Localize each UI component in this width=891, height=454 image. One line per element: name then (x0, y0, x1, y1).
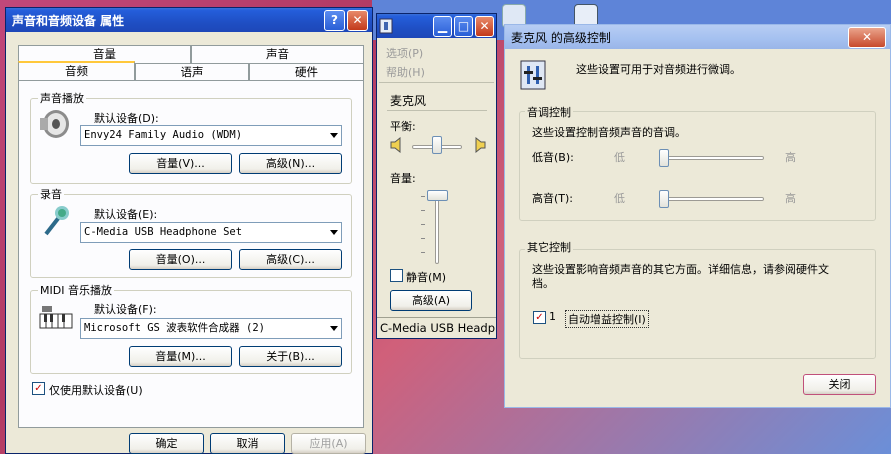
channel-name: 麦克风 (390, 94, 427, 108)
window-title: 声音和音频设备 属性 (12, 13, 125, 28)
agc-label: 自动增益控制(I) (565, 310, 649, 328)
treble-low-label: 低 (614, 192, 625, 205)
cancel-button[interactable]: 取消 (210, 433, 285, 454)
playback-device-value: Envy24 Family Audio (WDM) (84, 129, 243, 141)
treble-slider-thumb[interactable] (659, 190, 669, 208)
only-default-label: 仅使用默认设备(U) (49, 384, 143, 397)
treble-slider-track[interactable] (662, 197, 764, 201)
balance-slider-thumb[interactable] (432, 136, 442, 154)
advanced-intro: 这些设置可用于对音频进行微调。 (576, 63, 741, 76)
sound-properties-titlebar[interactable]: 声音和音频设备 属性 ? ✕ (6, 8, 372, 32)
balance-label: 平衡: (390, 120, 416, 133)
midi-group-label: MIDI 音乐播放 (38, 282, 114, 298)
tab-audio[interactable]: 音频 (18, 61, 135, 81)
microphone-icon (44, 206, 69, 236)
mixer-window: ▁ □ ✕ 选项(P) 帮助(H) 麦克风 平衡: 音量: 静音(M) 高级(A… (376, 13, 497, 339)
mixer-status-bar: C-Media USB Headph (377, 317, 496, 338)
volume-tick (421, 238, 425, 239)
advanced-window-title: 麦克风 的高级控制 (511, 30, 611, 45)
volume-label: 音量: (390, 172, 416, 185)
ok-button[interactable]: 确定 (129, 433, 204, 454)
tab-hardware[interactable]: 硬件 (249, 63, 364, 81)
advanced-controls-window: 麦克风 的高级控制 ✕ 这些设置可用于对音频进行微调。 音调控制 这些设置控制音… (504, 24, 891, 408)
close-button[interactable]: ✕ (347, 9, 368, 31)
volume-tick (421, 210, 425, 211)
tab-sounds[interactable]: 声音 (191, 45, 364, 63)
sound-properties-window: 声音和音频设备 属性 ? ✕ 音量 声音 音频 语声 硬件 声音播放 默认设备(… (5, 7, 373, 454)
bass-low-label: 低 (614, 151, 625, 164)
mixer-settings-icon (520, 60, 546, 90)
mixer-app-icon (379, 18, 393, 34)
playback-device-label: 默认设备(D): (94, 112, 159, 125)
tone-desc: 这些设置控制音频声音的音调。 (532, 126, 686, 139)
recording-advanced-button[interactable]: 高级(C)... (239, 249, 342, 270)
mixer-advanced-button[interactable]: 高级(A) (390, 290, 472, 311)
recording-group-label: 录音 (38, 186, 64, 202)
minimize-button[interactable]: ▁ (433, 15, 452, 37)
recording-device-label: 默认设备(E): (94, 208, 158, 221)
speaker-right-icon (475, 137, 486, 153)
chevron-down-icon (330, 326, 338, 331)
playback-advanced-button[interactable]: 高级(N)... (239, 153, 342, 174)
bass-high-label: 高 (785, 151, 796, 164)
maximize-button[interactable]: □ (454, 15, 473, 37)
advanced-controls-titlebar[interactable]: 麦克风 的高级控制 ✕ (505, 25, 890, 49)
menu-divider (379, 82, 494, 83)
mute-checkbox[interactable] (390, 269, 403, 282)
treble-high-label: 高 (785, 192, 796, 205)
chevron-down-icon (330, 133, 338, 138)
midi-about-button[interactable]: 关于(B)... (239, 346, 342, 367)
midi-device-select[interactable]: Microsoft GS 波表软件合成器 (2) (80, 318, 342, 339)
recording-volume-button[interactable]: 音量(O)... (129, 249, 232, 270)
advanced-close-button[interactable]: 关闭 (803, 374, 876, 395)
speaker-icon (40, 110, 69, 138)
midi-keyboard-icon (39, 306, 73, 329)
recording-device-select[interactable]: C-Media USB Headphone Set (80, 222, 342, 243)
volume-tick (421, 252, 425, 253)
only-default-checkbox[interactable]: ✓ (32, 382, 45, 395)
volume-tick (421, 196, 425, 197)
mute-label: 静音(M) (406, 271, 447, 284)
other-group-label: 其它控制 (525, 239, 573, 255)
menu-help[interactable]: 帮助(H) (386, 64, 425, 80)
playback-volume-button[interactable]: 音量(V)... (129, 153, 232, 174)
mixer-status-text: C-Media USB Headph (380, 321, 496, 335)
playback-device-select[interactable]: Envy24 Family Audio (WDM) (80, 125, 342, 146)
bass-slider-track[interactable] (662, 156, 764, 160)
agc-prefix: 1 (549, 310, 556, 323)
agc-checkbox[interactable]: ✓ (533, 311, 546, 324)
other-desc: 这些设置影响音频声音的其它方面。详细信息，请参阅硬件文档。 (532, 263, 829, 290)
speaker-left-icon (390, 137, 401, 153)
apply-button[interactable]: 应用(A) (291, 433, 366, 454)
volume-slider-track[interactable] (435, 192, 439, 264)
mixer-titlebar[interactable]: ▁ □ ✕ (377, 14, 496, 38)
midi-device-label: 默认设备(F): (94, 303, 157, 316)
close-button[interactable]: ✕ (848, 26, 886, 48)
menu-options[interactable]: 选项(P) (386, 45, 423, 61)
close-button[interactable]: ✕ (475, 15, 494, 37)
bass-label: 低音(B): (532, 151, 574, 164)
midi-device-value: Microsoft GS 波表软件合成器 (2) (84, 322, 265, 334)
volume-tick (421, 224, 425, 225)
help-button[interactable]: ? (324, 9, 345, 31)
bass-slider-thumb[interactable] (659, 149, 669, 167)
tone-group-label: 音调控制 (525, 104, 573, 120)
volume-slider-thumb[interactable] (427, 190, 448, 201)
playback-group-label: 声音播放 (38, 90, 86, 106)
tab-voice[interactable]: 语声 (135, 63, 249, 81)
recording-device-value: C-Media USB Headphone Set (84, 226, 243, 238)
treble-label: 高音(T): (532, 192, 574, 205)
chevron-down-icon (330, 230, 338, 235)
channel-divider (387, 110, 487, 111)
midi-volume-button[interactable]: 音量(M)... (129, 346, 232, 367)
